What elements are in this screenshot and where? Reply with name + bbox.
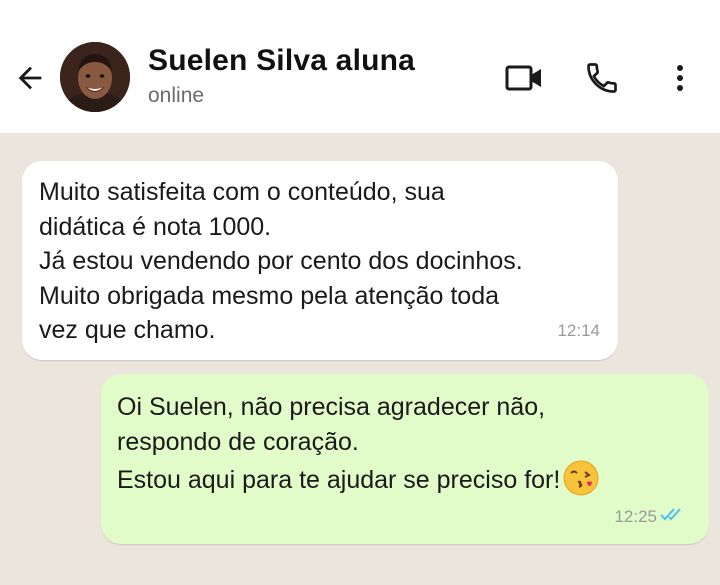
chat-header: Suelen Silva aluna online (0, 0, 720, 133)
more-options-icon[interactable] (660, 58, 700, 98)
message-time: 12:25 (614, 506, 657, 526)
contact-name[interactable]: Suelen Silva aluna (148, 44, 415, 78)
message-text: Muito satisfeita com o conteúdo, sua did… (39, 178, 523, 344)
double-check-icon (659, 497, 687, 532)
kiss-emoji-icon (562, 459, 600, 497)
message-text: Oi Suelen, não precisa agradecer não, re… (117, 390, 699, 498)
message-body: Oi Suelen, não precisa agradecer não, re… (117, 393, 561, 494)
back-arrow-icon[interactable] (12, 60, 48, 96)
contact-status: online (148, 84, 205, 107)
message-time: 12:14 (557, 320, 600, 340)
incoming-message[interactable]: Muito satisfeita com o conteúdo, sua did… (22, 161, 618, 360)
chat-area[interactable]: Muito satisfeita com o conteúdo, sua did… (0, 133, 720, 585)
outgoing-message[interactable]: Oi Suelen, não precisa agradecer não, re… (101, 374, 709, 544)
video-call-icon[interactable] (504, 58, 544, 98)
voice-call-icon[interactable] (582, 58, 622, 98)
avatar[interactable] (60, 42, 130, 112)
